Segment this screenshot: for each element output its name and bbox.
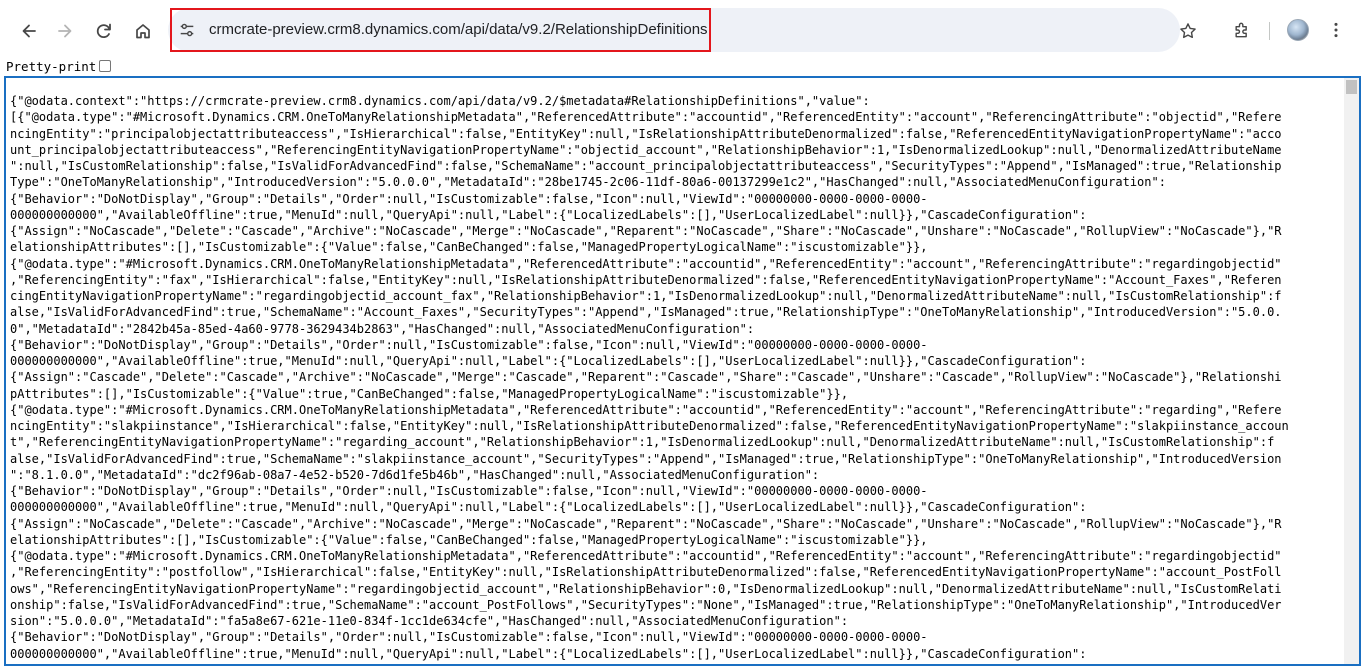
extensions-button[interactable]: [1230, 18, 1254, 42]
pretty-print-label: Pretty-print: [6, 58, 97, 74]
home-icon: [136, 24, 150, 39]
json-line: 0","MetadataId":"2842b45a-85ed-4a60-9778…: [10, 321, 755, 336]
url-highlight-box: [170, 8, 711, 52]
json-line: {"@odata.type":"#Microsoft.Dynamics.CRM.…: [10, 402, 1282, 417]
scrollbar-thumb[interactable]: [1346, 80, 1357, 94]
json-line: ncingEntity":"slakpiinstance","IsHierarc…: [10, 419, 1289, 433]
home-button[interactable]: [128, 16, 158, 46]
json-line: {"Behavior":"DoNotDisplay","Group":"Deta…: [10, 337, 928, 352]
browser-menu-button[interactable]: [1326, 18, 1346, 42]
json-line: ":"8.1.0.0","MetadataId":"dc2f96ab-08a7-…: [10, 467, 820, 482]
reload-icon: [96, 23, 111, 39]
json-line: {"Assign":"NoCascade","Delete":"Cascade"…: [10, 516, 1282, 531]
json-line: ,"ReferencingEntity":"postfollow","IsHie…: [10, 565, 1282, 580]
json-line: 000000000000","AvailableOffline":true,"M…: [10, 646, 1087, 661]
json-line: sion":"5.0.0.0","MetadataId":"fa5a8e67-6…: [10, 614, 849, 628]
json-line: Type":"OneToManyRelationship","Introduce…: [10, 175, 1166, 190]
json-line: alse,"IsValidForAdvancedFind":true,"Sche…: [10, 305, 1282, 320]
json-response-text: {"@odata.context":"https://crmcrate-prev…: [10, 93, 1344, 662]
json-line: {"@odata.type":"#Microsoft.Dynamics.CRM.…: [10, 256, 1282, 271]
bookmark-button[interactable]: [1176, 19, 1200, 43]
json-line: pAttributes":[],"IsCustomizable":{"Value…: [10, 386, 849, 401]
json-line: {"Assign":"Cascade","Delete":"Cascade","…: [10, 370, 1282, 385]
json-line: elationshipAttributes":[],"IsCustomizabl…: [10, 532, 928, 547]
browser-toolbar: crmcrate-preview.crm8.dynamics.com/api/d…: [0, 0, 1363, 60]
reload-button[interactable]: [89, 16, 119, 46]
json-line: [{"@odata.type":"#Microsoft.Dynamics.CRM…: [10, 110, 1282, 125]
json-line: elationshipAttributes":[],"IsCustomizabl…: [10, 240, 928, 255]
forward-button[interactable]: [50, 16, 80, 46]
kebab-menu-icon: [1334, 22, 1338, 38]
arrow-right-icon: [58, 24, 72, 38]
json-response-panel: {"@odata.context":"https://crmcrate-prev…: [4, 76, 1361, 666]
json-line: {"Behavior":"DoNotDisplay","Group":"Deta…: [10, 484, 928, 498]
json-line: cingEntityNavigationPropertyName":"regar…: [10, 289, 1282, 303]
star-icon: [1180, 23, 1196, 39]
pretty-print-checkbox[interactable]: [99, 60, 112, 72]
json-line: {"@odata.context":"https://crmcrate-prev…: [10, 94, 870, 108]
puzzle-icon: [1235, 22, 1247, 38]
pretty-print-control: Pretty-print: [6, 58, 112, 74]
json-line: {"Assign":"NoCascade","Delete":"Cascade"…: [10, 224, 1282, 238]
json-line: {"Behavior":"DoNotDisplay","Group":"Deta…: [10, 630, 928, 645]
vertical-scrollbar[interactable]: [1344, 78, 1359, 664]
toolbar-separator: [1269, 22, 1270, 40]
json-line: unt_principalobjectattributeaccess","Ref…: [10, 142, 1282, 157]
json-line: ncingEntity":"principalobjectattributeac…: [10, 126, 1282, 141]
back-button[interactable]: [14, 16, 44, 46]
arrow-left-icon: [22, 24, 36, 38]
json-line: ,"ReferencingEntity":"fax","IsHierarchic…: [10, 272, 1282, 287]
json-line: 000000000000","AvailableOffline":true,"M…: [10, 207, 1087, 222]
json-line: onship":false,"IsValidForAdvancedFind":t…: [10, 597, 1282, 612]
json-line: ows","ReferencingEntityNavigationPropert…: [10, 581, 1282, 596]
json-line: {"Behavior":"DoNotDisplay","Group":"Deta…: [10, 191, 928, 206]
profile-avatar[interactable]: [1287, 19, 1309, 41]
json-line: 000000000000","AvailableOffline":true,"M…: [10, 500, 1087, 515]
json-line: {"@odata.type":"#Microsoft.Dynamics.CRM.…: [10, 549, 1282, 563]
json-line: t","ReferencingEntityNavigationPropertyN…: [10, 435, 1275, 450]
json-line: alse,"IsValidForAdvancedFind":true,"Sche…: [10, 451, 1282, 466]
json-line: ":null,"IsCustomRelationship":false,"IsV…: [10, 159, 1282, 173]
json-line: 000000000000","AvailableOffline":true,"M…: [10, 354, 1087, 368]
